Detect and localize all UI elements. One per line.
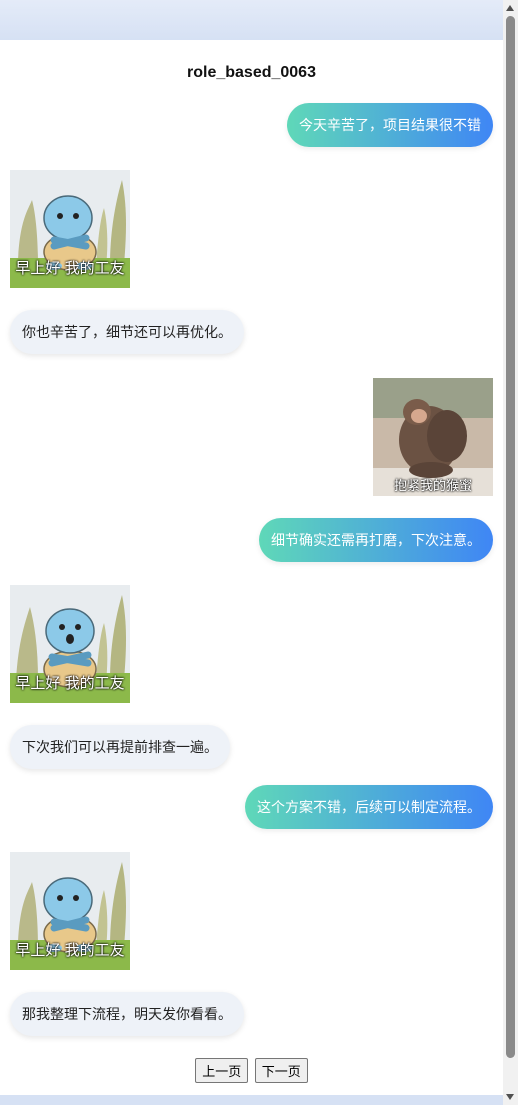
sticker-squirtle-arms-crossed: 早上好 我的工友 [10, 170, 130, 288]
next-page-button[interactable]: 下一页 [254, 1058, 308, 1083]
header-band [0, 0, 503, 40]
message-bubble-other: 你也辛苦了，细节还可以再优化。 [10, 310, 244, 354]
vertical-scrollbar[interactable] [503, 0, 518, 1105]
sticker-caption: 抱紧我的猴蜜 [393, 478, 472, 493]
sticker-squirtle-arms-crossed: 早上好 我的工友 [10, 852, 130, 970]
sticker-caption: 早上好 我的工友 [15, 942, 125, 959]
sticker-caption: 早上好 我的工友 [15, 675, 125, 692]
message-bubble-user: 这个方案不错，后续可以制定流程。 [245, 785, 493, 829]
sticker-caption: 早上好 我的工友 [15, 260, 125, 277]
pagination: 上一页 下一页 [0, 1058, 503, 1083]
message-bubble-user: 今天辛苦了，项目结果很不错 [287, 103, 493, 147]
chat-page: role_based_0063 今天辛苦了，项目结果很不错 早上好 我的工友 你… [0, 40, 503, 1095]
footer-band [0, 1095, 503, 1105]
prev-page-button[interactable]: 上一页 [195, 1058, 249, 1083]
sticker-squirtle-surprised: 早上好 我的工友 [10, 585, 130, 703]
sticker-monkeys-hugging: 抱紧我的猴蜜 [373, 378, 493, 496]
scroll-down-arrow-icon[interactable] [506, 1094, 514, 1100]
page-title: role_based_0063 [187, 64, 316, 81]
message-bubble-other: 下次我们可以再提前排查一遍。 [10, 725, 230, 769]
scroll-thumb[interactable] [506, 16, 515, 1058]
message-bubble-other: 那我整理下流程，明天发你看看。 [10, 992, 244, 1036]
scroll-up-arrow-icon[interactable] [506, 5, 514, 11]
message-bubble-user: 细节确实还需再打磨，下次注意。 [259, 518, 493, 562]
